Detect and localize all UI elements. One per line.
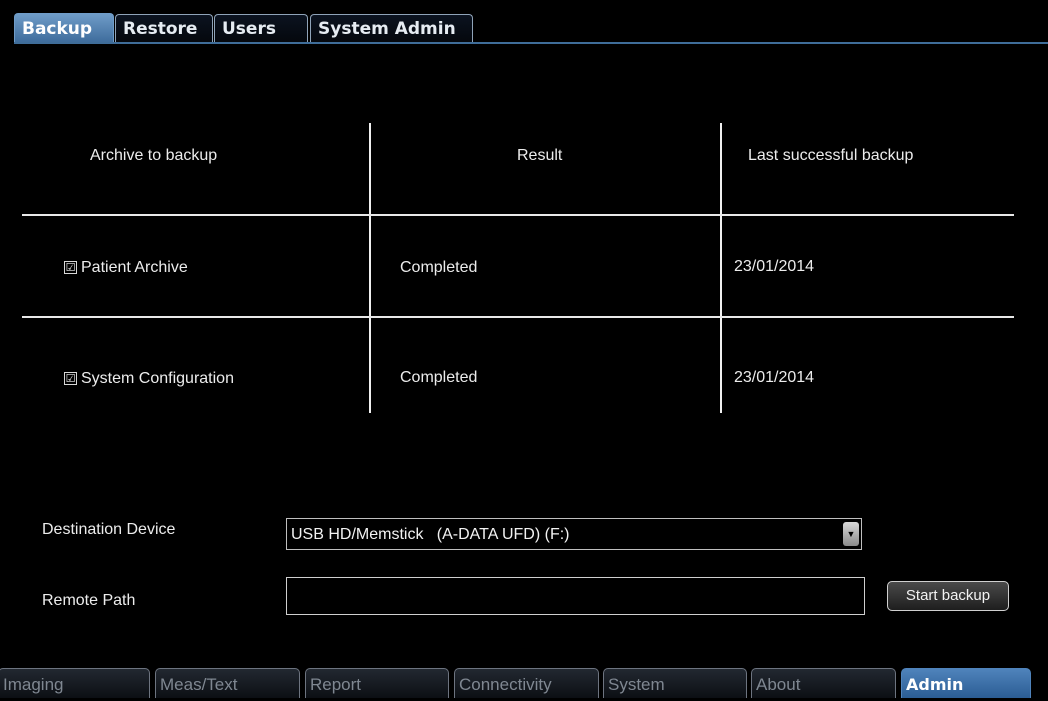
table-row-divider: [22, 316, 1014, 318]
bottom-tab-connectivity[interactable]: Connectivity: [454, 668, 599, 698]
result-cell: Completed: [400, 259, 478, 276]
table-row: ☑ Patient Archive: [64, 259, 188, 277]
header-result: Result: [517, 147, 563, 164]
checkbox-system-configuration[interactable]: ☑: [64, 372, 77, 385]
last-backup-cell: 23/01/2014: [734, 369, 815, 386]
tab-backup[interactable]: Backup: [14, 13, 114, 43]
remote-path-input[interactable]: [286, 577, 865, 615]
bottom-tab-meas-text[interactable]: Meas/Text: [155, 668, 300, 698]
remote-path-label: Remote Path: [42, 592, 136, 609]
destination-device-label: Destination Device: [42, 521, 176, 538]
top-tab-bar: Backup Restore Users System Admin: [0, 0, 1048, 44]
header-last-backup: Last successful backup: [748, 147, 914, 164]
dropdown-arrow-icon[interactable]: ▼: [843, 522, 859, 546]
result-cell: Completed: [400, 369, 478, 386]
bottom-tab-system[interactable]: System: [603, 668, 747, 698]
tab-restore[interactable]: Restore: [115, 14, 213, 42]
last-backup-cell: 23/01/2014: [734, 258, 815, 275]
destination-device-value: USB HD/Memstick (A-DATA UFD) (F:): [291, 526, 570, 543]
bottom-tab-report[interactable]: Report: [305, 668, 449, 698]
destination-device-select[interactable]: USB HD/Memstick (A-DATA UFD) (F:) ▼: [286, 518, 862, 550]
table-divider: [369, 123, 371, 413]
archive-name: Patient Archive: [81, 259, 188, 276]
checkbox-patient-archive[interactable]: ☑: [64, 261, 77, 274]
bottom-tab-admin[interactable]: Admin: [901, 668, 1031, 698]
tab-system-admin[interactable]: System Admin: [310, 14, 473, 42]
tab-baseline: [14, 42, 1048, 44]
start-backup-button[interactable]: Start backup: [887, 581, 1009, 611]
header-archive: Archive to backup: [90, 147, 218, 164]
bottom-tab-imaging[interactable]: Imaging: [0, 668, 150, 698]
tab-users[interactable]: Users: [214, 14, 308, 42]
bottom-tab-about[interactable]: About: [751, 668, 896, 698]
archive-name: System Configuration: [81, 370, 234, 387]
table-divider: [720, 123, 722, 413]
table-row: ☑ System Configuration: [64, 370, 234, 388]
table-row-divider: [22, 214, 1014, 216]
